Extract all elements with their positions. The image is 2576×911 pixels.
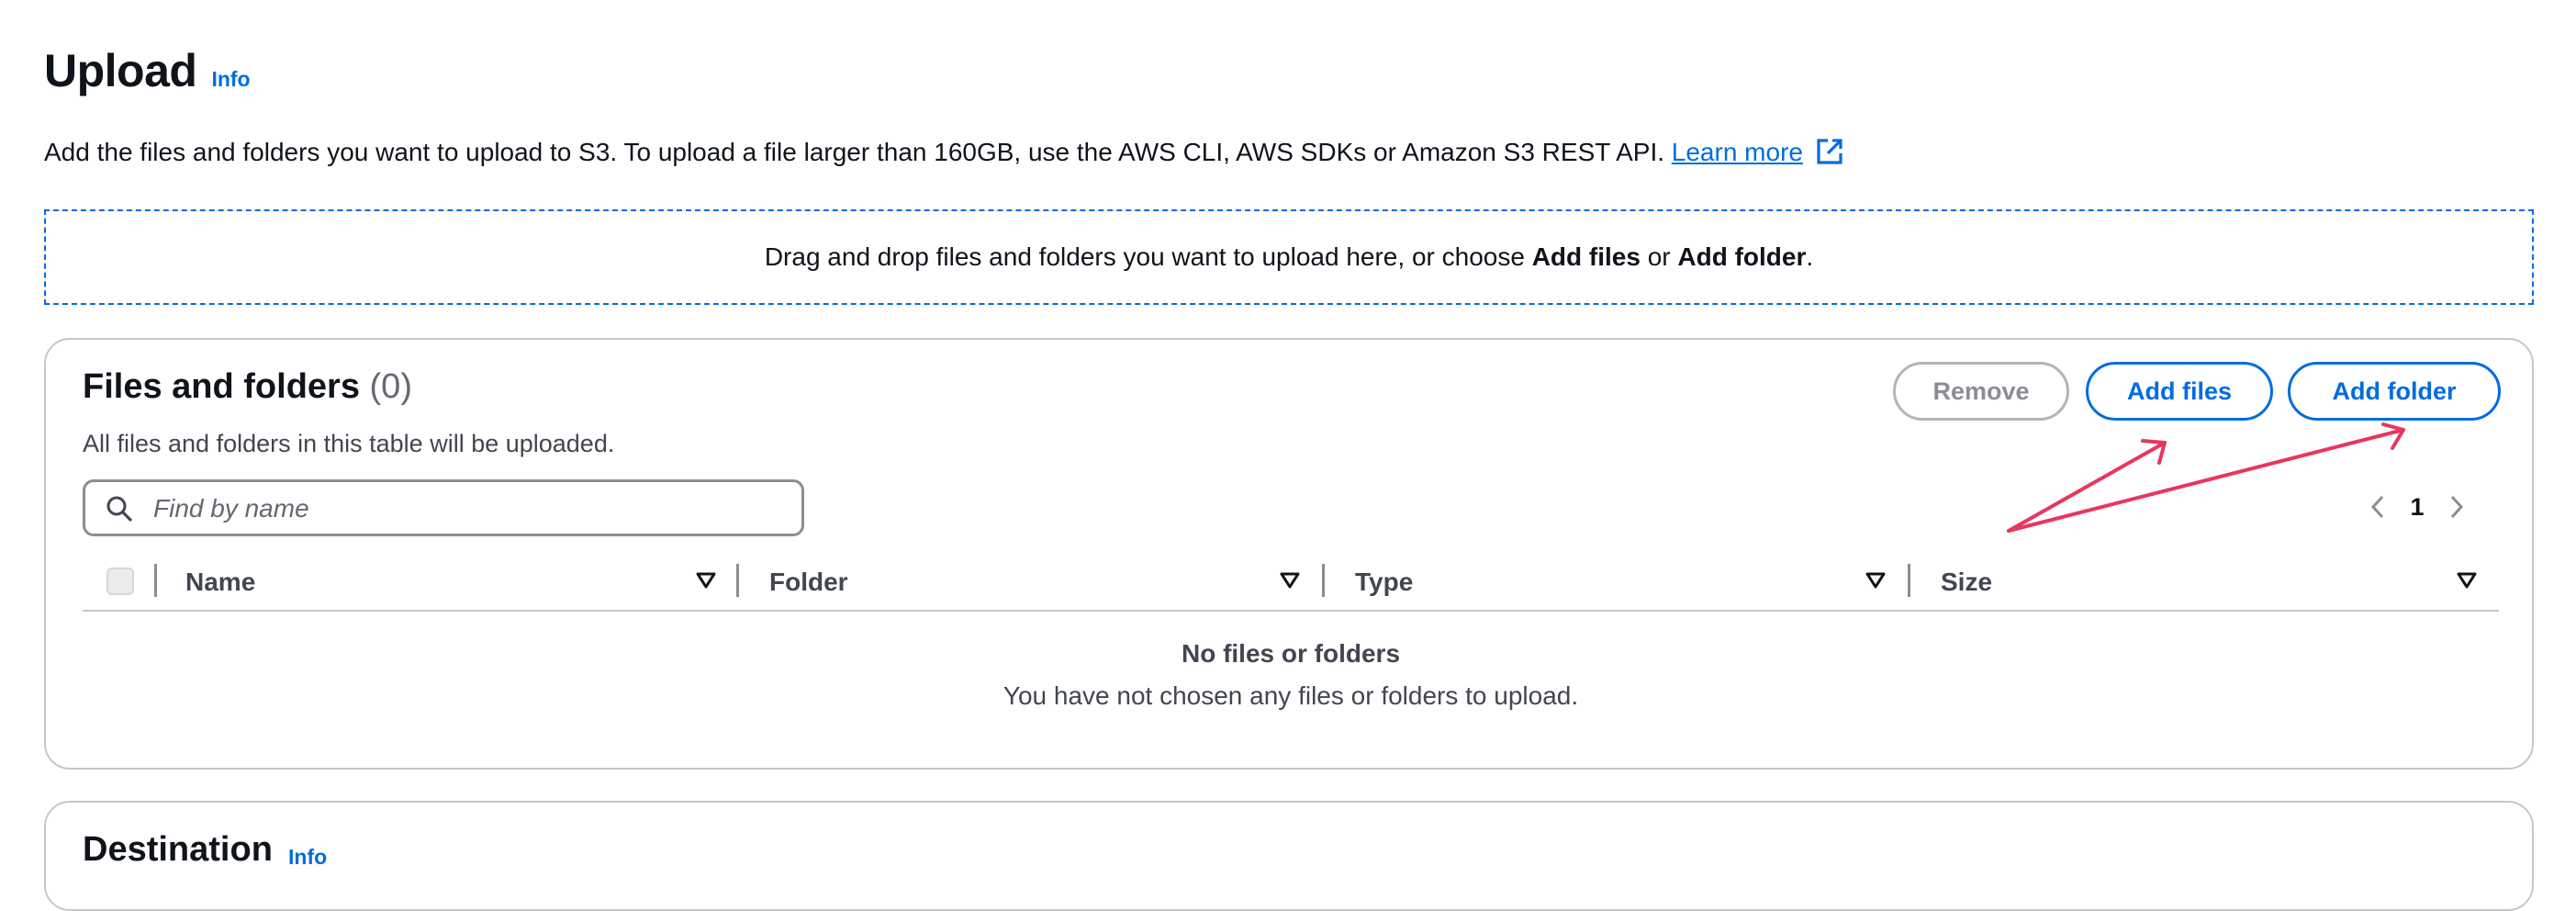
add-folder-button[interactable]: Add folder [2288, 362, 2501, 421]
learn-more-link[interactable]: Learn more [1672, 138, 1803, 166]
destination-panel: Destination Info [44, 801, 2534, 911]
dropzone-or: or [1640, 242, 1678, 271]
destination-info-link[interactable]: Info [288, 845, 327, 870]
sort-caret-icon[interactable] [696, 571, 716, 594]
description-text: Add the files and folders you want to up… [44, 138, 1664, 166]
column-divider[interactable] [1908, 564, 1910, 597]
remove-button[interactable]: Remove [1893, 362, 2069, 421]
dropzone-add-files: Add files [1531, 242, 1641, 271]
upload-page: Upload Info Add the files and folders yo… [0, 0, 2576, 911]
files-panel-title: Files and folders (0) [83, 367, 412, 407]
select-all-checkbox[interactable] [106, 568, 134, 595]
page-title: Upload [44, 45, 197, 96]
dropzone-add-folder: Add folder [1677, 242, 1807, 271]
column-divider [154, 564, 157, 597]
column-divider[interactable] [1322, 564, 1325, 597]
files-panel-title-text: Files and folders [83, 367, 360, 406]
empty-state-title: No files or folders [1181, 639, 1401, 668]
sort-caret-icon[interactable] [1280, 571, 1300, 594]
files-panel-subtitle: All files and folders in this table will… [83, 430, 615, 457]
external-link-icon[interactable] [1816, 138, 1843, 172]
column-header-name[interactable]: Name [185, 568, 255, 597]
chevron-right-icon[interactable] [2438, 489, 2475, 525]
info-link[interactable]: Info [211, 67, 250, 92]
search-box [83, 479, 804, 536]
files-and-folders-panel: Files and folders (0) All files and fold… [44, 338, 2534, 770]
column-header-folder[interactable]: Folder [769, 568, 848, 597]
sort-caret-icon[interactable] [2457, 571, 2477, 594]
search-icon [106, 495, 133, 527]
search-input[interactable] [151, 482, 789, 535]
table-header: Name Folder Type Size [83, 557, 2499, 612]
dropzone-prefix: Drag and drop files and folders you want… [764, 242, 1532, 271]
drop-zone[interactable]: Drag and drop files and folders you want… [44, 209, 2534, 305]
sort-caret-icon[interactable] [1865, 571, 1886, 594]
chevron-left-icon[interactable] [2359, 489, 2396, 525]
page-number[interactable]: 1 [2396, 493, 2438, 522]
destination-title: Destination [83, 830, 273, 869]
pagination: 1 [2359, 489, 2475, 525]
column-header-size[interactable]: Size [1941, 568, 1992, 597]
dropzone-suffix: . [1806, 242, 1814, 271]
page-header: Upload Info [44, 44, 251, 97]
empty-state-message: You have not chosen any files or folders… [1002, 681, 1579, 710]
page-description: Add the files and folders you want to up… [44, 138, 1843, 172]
add-files-button[interactable]: Add files [2086, 362, 2273, 421]
column-header-type[interactable]: Type [1355, 568, 1413, 597]
column-divider[interactable] [736, 564, 739, 597]
files-count: (0) [369, 367, 412, 406]
